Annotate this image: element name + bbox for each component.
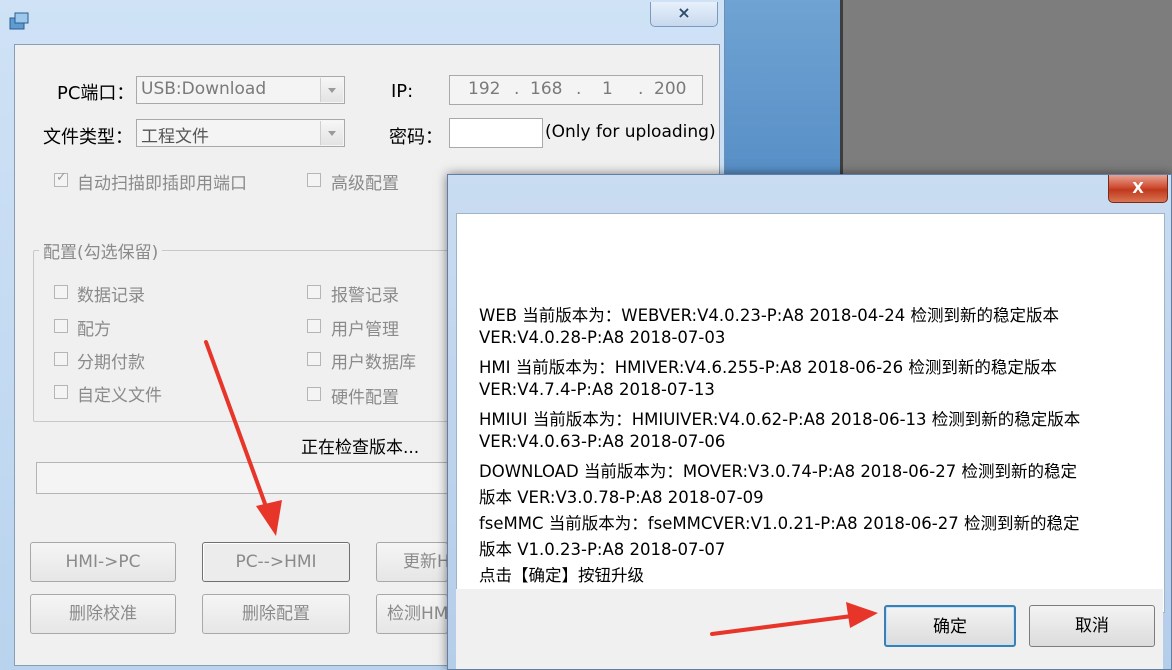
- installment-label: 分期付款: [77, 353, 145, 373]
- recipe-label: 配方: [77, 320, 111, 340]
- message-line: HMI 当前版本为：HMIVER:V4.6.255-P:A8 2018-06-2…: [479, 358, 1057, 377]
- ok-button[interactable]: 确定: [884, 605, 1016, 647]
- password-hint: (Only for uploading): [545, 122, 716, 142]
- message-line: 版本 VER:V3.0.78-P:A8 2018-07-09: [479, 488, 764, 507]
- file-type-value: 工程文件: [141, 127, 209, 147]
- message-line: 点击【确定】按钮升级: [479, 566, 644, 585]
- ip-octet-3: 1: [602, 79, 613, 99]
- dialog-close-button[interactable]: X: [1108, 175, 1168, 203]
- message-line: 版本 V1.0.23-P:A8 2018-07-07: [479, 540, 726, 559]
- hmi-to-pc-button[interactable]: HMI->PC: [30, 542, 176, 582]
- password-label: 密码：: [389, 127, 443, 148]
- pc-to-hmi-button[interactable]: PC-->HMI: [202, 542, 350, 582]
- advanced-config-label: 高级配置: [331, 174, 399, 194]
- user-database-checkbox[interactable]: [307, 352, 321, 366]
- alarm-record-checkbox[interactable]: [307, 285, 321, 299]
- message-line: fseMMC 当前版本为：fseMMCVER:V1.0.21-P:A8 2018…: [479, 514, 1080, 533]
- update-button[interactable]: 更新H: [376, 542, 448, 582]
- message-line: VER:V4.7.4-P:A8 2018-07-13: [479, 380, 715, 399]
- data-record-label: 数据记录: [77, 286, 145, 306]
- app-icon: [9, 12, 29, 30]
- custom-file-checkbox[interactable]: [54, 385, 68, 399]
- pc-port-value: USB:Download: [141, 79, 267, 99]
- status-text: 正在检查版本...: [301, 438, 420, 458]
- chevron-down-icon[interactable]: [320, 78, 343, 102]
- data-record-checkbox[interactable]: [54, 285, 68, 299]
- dialog-button-bar: 确定 取消: [456, 589, 1163, 669]
- installment-checkbox[interactable]: [54, 352, 68, 366]
- ip-octet-1: 192: [468, 79, 501, 99]
- password-field[interactable]: [449, 118, 543, 148]
- ip-octet-2: 168: [530, 79, 563, 99]
- hardware-config-label: 硬件配置: [331, 388, 399, 408]
- progress-bar: [36, 462, 456, 494]
- cancel-button[interactable]: 取消: [1029, 605, 1155, 647]
- config-group-title: 配置(勾选保留): [39, 238, 163, 263]
- version-check-dialog: X WEB 当前版本为：WEBVER:V4.0.23-P:A8 2018-04-…: [447, 174, 1172, 670]
- file-type-select[interactable]: 工程文件: [136, 119, 345, 147]
- recipe-checkbox[interactable]: [54, 319, 68, 333]
- delete-calibration-button[interactable]: 删除校准: [30, 594, 176, 634]
- message-line: HMIUI 当前版本为：HMIUIVER:V4.0.62-P:A8 2018-0…: [479, 410, 1081, 429]
- ip-address-field[interactable]: 192 . 168 . 1 . 200: [449, 75, 703, 105]
- message-line: WEB 当前版本为：WEBVER:V4.0.23-P:A8 2018-04-24…: [479, 306, 1059, 325]
- message-line: DOWNLOAD 当前版本为：MOVER:V3.0.74-P:A8 2018-0…: [479, 462, 1077, 481]
- ip-octet-4: 200: [654, 79, 687, 99]
- custom-file-label: 自定义文件: [77, 386, 162, 406]
- advanced-config-checkbox[interactable]: [307, 173, 321, 187]
- file-type-label: 文件类型：: [43, 127, 133, 148]
- close-icon: X: [1132, 179, 1144, 197]
- message-line: VER:V4.0.63-P:A8 2018-07-06: [479, 432, 726, 451]
- chevron-down-icon[interactable]: [320, 121, 343, 145]
- pc-port-select[interactable]: USB:Download: [136, 76, 345, 104]
- auto-scan-label: 自动扫描即插即用端口: [77, 174, 247, 194]
- delete-config-button[interactable]: 删除配置: [202, 594, 350, 634]
- pc-port-label: PC端口：: [57, 83, 135, 104]
- ip-label: IP:: [391, 81, 414, 102]
- auto-scan-checkbox[interactable]: [54, 170, 68, 187]
- message-line: VER:V4.0.28-P:A8 2018-07-03: [479, 328, 726, 347]
- user-manage-checkbox[interactable]: [307, 319, 321, 333]
- user-database-label: 用户数据库: [331, 353, 416, 373]
- user-manage-label: 用户管理: [331, 320, 399, 340]
- title-bar[interactable]: ⨯: [0, 0, 724, 44]
- alarm-record-label: 报警记录: [331, 286, 399, 306]
- close-button[interactable]: ⨯: [650, 2, 718, 27]
- dialog-message-area: WEB 当前版本为：WEBVER:V4.0.23-P:A8 2018-04-24…: [456, 213, 1165, 613]
- detect-button[interactable]: 检测HM: [376, 594, 448, 634]
- close-icon: ⨯: [677, 3, 691, 22]
- hardware-config-checkbox[interactable]: [307, 387, 321, 401]
